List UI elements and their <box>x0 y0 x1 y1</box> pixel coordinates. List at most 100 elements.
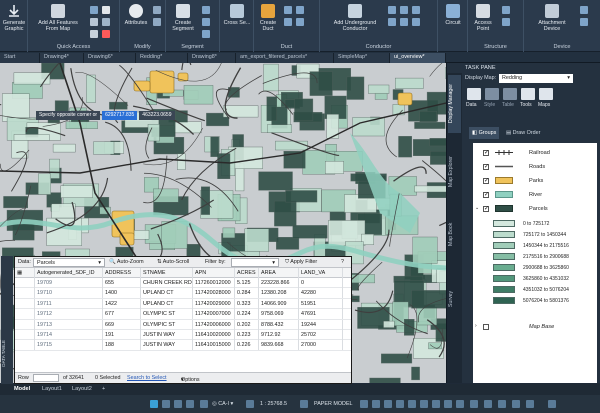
layer-roads[interactable]: Roads <box>473 161 597 173</box>
table-cell[interactable]: 19713 <box>35 319 103 330</box>
row-selector[interactable] <box>15 330 35 340</box>
add-underground-conductor-button[interactable]: Add Underground Conductor <box>328 4 382 32</box>
row-number-input[interactable] <box>33 374 59 382</box>
menu-icon[interactable] <box>548 400 556 408</box>
table-cell[interactable]: 191 <box>103 330 141 340</box>
row-selector[interactable] <box>15 309 35 320</box>
table-cell[interactable]: 12380.208 <box>259 288 299 299</box>
layer-parks-checkbox[interactable] <box>483 177 489 184</box>
layer-map-base[interactable]: › Map Base <box>473 321 597 333</box>
table-row[interactable]: 19713 669 OLYMPIC ST 117420006000 0.202 8788.… <box>15 319 351 330</box>
auto-scroll-button[interactable]: ⇅ Auto-Scroll <box>157 258 189 267</box>
table-cell[interactable]: 116410015000 <box>193 340 235 351</box>
expand-chevron-icon[interactable]: ⌄ <box>475 205 479 211</box>
edit-icon[interactable] <box>153 6 161 14</box>
row-selector[interactable] <box>15 288 35 299</box>
column-header-area[interactable]: AREA <box>259 268 299 278</box>
create-duct-button[interactable]: Create Duct <box>256 4 280 32</box>
snap-icon[interactable] <box>372 400 380 408</box>
conductor-tool-6-icon[interactable] <box>412 18 420 26</box>
row-selector[interactable] <box>15 278 35 288</box>
zoom-icon[interactable] <box>90 18 98 26</box>
workspace-icon[interactable] <box>300 400 308 408</box>
duct-tool-icon[interactable] <box>284 6 292 14</box>
table-cell[interactable]: 669 <box>103 319 141 330</box>
row-selector[interactable] <box>15 298 35 309</box>
structure-tool-2-icon[interactable] <box>502 18 510 26</box>
copy-icon[interactable] <box>153 18 161 26</box>
structure-tool-icon[interactable] <box>502 6 510 14</box>
table-cell[interactable]: 19244 <box>299 319 343 330</box>
duct-tool-3-icon[interactable] <box>284 18 292 26</box>
table-cell[interactable]: 19710 <box>35 288 103 299</box>
row-selector[interactable] <box>15 319 35 330</box>
units-icon[interactable] <box>470 400 478 408</box>
tab-survey[interactable]: Survey <box>448 281 461 317</box>
tab-layout2[interactable]: Layout2 <box>72 386 92 392</box>
isolate-icon[interactable] <box>484 400 492 408</box>
table-cell[interactable]: OLYMPIC ST <box>141 309 193 320</box>
clean-screen-icon[interactable] <box>512 400 520 408</box>
coord-system-label[interactable]: ◎ CA-I ▾ <box>212 401 233 407</box>
hardware-accel-icon[interactable] <box>498 400 506 408</box>
table-cell[interactable]: 19712 <box>35 309 103 320</box>
tab-display-manager[interactable]: Display Manager <box>448 75 461 133</box>
table-row[interactable]: 19710 1400 UPLAND CT 117420028000 0.284 12380… <box>15 288 351 299</box>
draw-order-tab[interactable]: ▤ Draw Order <box>503 127 551 139</box>
column-header-acres[interactable]: ACRES <box>235 268 259 278</box>
layer-railroad[interactable]: Railroad <box>473 147 597 159</box>
add-layout-button[interactable]: + <box>102 386 105 392</box>
table-cell[interactable]: 27000 <box>299 340 343 351</box>
column-header-stname[interactable]: STNAME <box>141 268 193 278</box>
duct-tool-4-icon[interactable] <box>296 18 304 26</box>
data-icon[interactable] <box>467 88 481 100</box>
table-cell[interactable]: 25702 <box>299 330 343 340</box>
tab-ui-overview[interactable]: ui_overview* <box>390 53 446 63</box>
tab-model[interactable]: Model <box>14 386 30 392</box>
duct-tool-2-icon[interactable] <box>296 6 304 14</box>
table-cell[interactable]: 9712.92 <box>259 330 299 340</box>
tab-redding[interactable]: Redding* <box>136 53 188 63</box>
table-cell[interactable]: UPLAND CT <box>141 288 193 299</box>
scale-icon[interactable] <box>200 400 208 408</box>
table-cell[interactable]: 42280 <box>299 288 343 299</box>
table-row[interactable]: 19709 655 CHURN CREEK RD 117260012000 5.125 2… <box>15 278 351 289</box>
3d-osnap-icon[interactable] <box>174 400 182 408</box>
display-map-select[interactable]: Redding ▾ <box>499 74 573 83</box>
table-cell[interactable]: 0.226 <box>235 340 259 351</box>
delete-icon[interactable] <box>102 30 110 38</box>
tab-am-export[interactable]: am_export_filtered_parcels* <box>236 53 334 63</box>
otrack-icon[interactable] <box>420 400 428 408</box>
apply-filter-button[interactable]: ⛉ Apply Filter <box>285 258 317 267</box>
conductor-tool-5-icon[interactable] <box>400 18 408 26</box>
table-cell[interactable]: 117420029000 <box>193 298 235 309</box>
table-cell[interactable]: 8788.432 <box>259 319 299 330</box>
annotation-icon[interactable] <box>186 400 194 408</box>
table-cell[interactable]: 677 <box>103 309 141 320</box>
hand-icon[interactable] <box>102 6 110 14</box>
pan-icon[interactable] <box>102 18 110 26</box>
table-cell[interactable]: 19714 <box>35 330 103 340</box>
lineweight-icon[interactable] <box>432 400 440 408</box>
table-cell[interactable]: 51951 <box>299 298 343 309</box>
conductor-tool-4-icon[interactable] <box>388 18 396 26</box>
row-selector[interactable] <box>15 340 35 351</box>
table-cell[interactable]: CHURN CREEK RD <box>141 278 193 288</box>
filter-by-select[interactable]: ▾ <box>231 258 279 267</box>
layer-river[interactable]: River <box>473 189 597 201</box>
expand-chevron-icon[interactable]: › <box>475 323 477 329</box>
table-row[interactable]: 19712 677 OLYMPIC ST 117420007000 0.224 9758.… <box>15 309 351 320</box>
ortho-icon[interactable] <box>384 400 392 408</box>
attachment-device-button[interactable]: Attachment Device <box>530 4 574 32</box>
layer-parcels[interactable]: ⌄ Parcels <box>473 203 597 215</box>
maps-icon[interactable] <box>539 88 553 100</box>
column-header-address[interactable]: ADDRESS <box>103 268 141 278</box>
layer-railroad-checkbox[interactable] <box>483 149 489 156</box>
access-point-button[interactable]: Access Point <box>470 4 496 32</box>
scale-value[interactable]: 1 : 25768.5 <box>260 401 287 407</box>
dyn-icon[interactable] <box>444 400 452 408</box>
osnap-icon[interactable] <box>408 400 416 408</box>
table-cell[interactable]: JUSTIN WAY <box>141 330 193 340</box>
conductor-tool-3-icon[interactable] <box>412 6 420 14</box>
selection-cycling-icon[interactable] <box>162 400 170 408</box>
